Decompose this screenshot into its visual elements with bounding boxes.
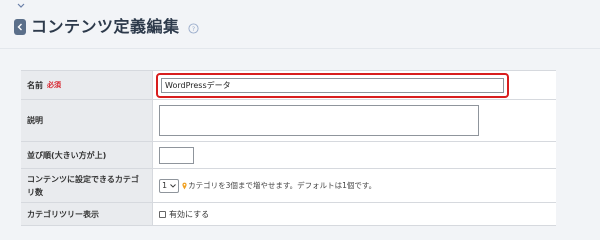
category-tree-checkbox-label[interactable]: 有効にする <box>169 209 209 220</box>
category-tree-checkbox[interactable] <box>159 210 166 218</box>
name-value-cell <box>153 71 556 99</box>
category-count-selected: 1 <box>162 181 168 190</box>
category-tree-label: カテゴリツリー表示 <box>27 209 99 219</box>
category-tree-value-cell: 有効にする <box>153 203 556 225</box>
chevron-down-icon <box>170 183 176 188</box>
name-field-highlight <box>156 72 509 98</box>
sort-order-value-cell <box>153 142 556 168</box>
map-pin-icon <box>182 182 187 189</box>
form-row-category-tree: カテゴリツリー表示 有効にする <box>21 203 556 226</box>
form-row-category-count: コンテンツに設定できるカテゴリ数 1 カテゴリを3個まで増やせます。デフォルトは… <box>21 169 556 203</box>
form-row-sort-order: 並び順(大きい方が上) <box>21 142 556 169</box>
header-divider <box>0 48 600 49</box>
svg-text:?: ? <box>191 25 194 33</box>
sort-order-input[interactable] <box>159 146 194 164</box>
page-header: コンテンツ定義編集 ? <box>14 16 199 38</box>
category-tree-label-cell: カテゴリツリー表示 <box>21 203 153 225</box>
description-label-cell: 説明 <box>21 100 153 141</box>
description-textarea[interactable] <box>159 105 479 136</box>
sort-order-label-cell: 並び順(大きい方が上) <box>21 142 153 168</box>
chevron-left-icon <box>17 23 22 31</box>
category-count-select[interactable]: 1 <box>159 178 180 193</box>
question-circle-icon[interactable]: ? <box>187 23 199 34</box>
name-input[interactable] <box>161 77 504 93</box>
category-count-label: コンテンツに設定できるカテゴリ数 <box>27 174 139 197</box>
chevron-down-icon[interactable] <box>16 2 26 10</box>
form-row-name: 名前 必須 <box>21 71 556 100</box>
name-label-cell: 名前 必須 <box>21 71 153 99</box>
page-title: コンテンツ定義編集 <box>31 17 180 36</box>
name-label: 名前 <box>27 80 43 90</box>
description-value-cell <box>153 100 556 141</box>
required-badge: 必須 <box>47 80 61 89</box>
content-definition-form: 名前 必須 説明 並び順(大きい方が上) コンテンツに設定できるカテゴリ数 <box>21 70 556 226</box>
category-count-hint: カテゴリを3個まで増やせます。デフォルトは1個です。 <box>188 181 377 190</box>
category-count-value-cell: 1 カテゴリを3個まで増やせます。デフォルトは1個です。 <box>153 169 556 202</box>
description-label: 説明 <box>27 116 43 125</box>
sort-order-label: 並び順(大きい方が上) <box>27 150 107 160</box>
category-count-label-cell: コンテンツに設定できるカテゴリ数 <box>21 169 153 202</box>
form-row-description: 説明 <box>21 100 556 142</box>
back-button[interactable] <box>14 19 26 35</box>
